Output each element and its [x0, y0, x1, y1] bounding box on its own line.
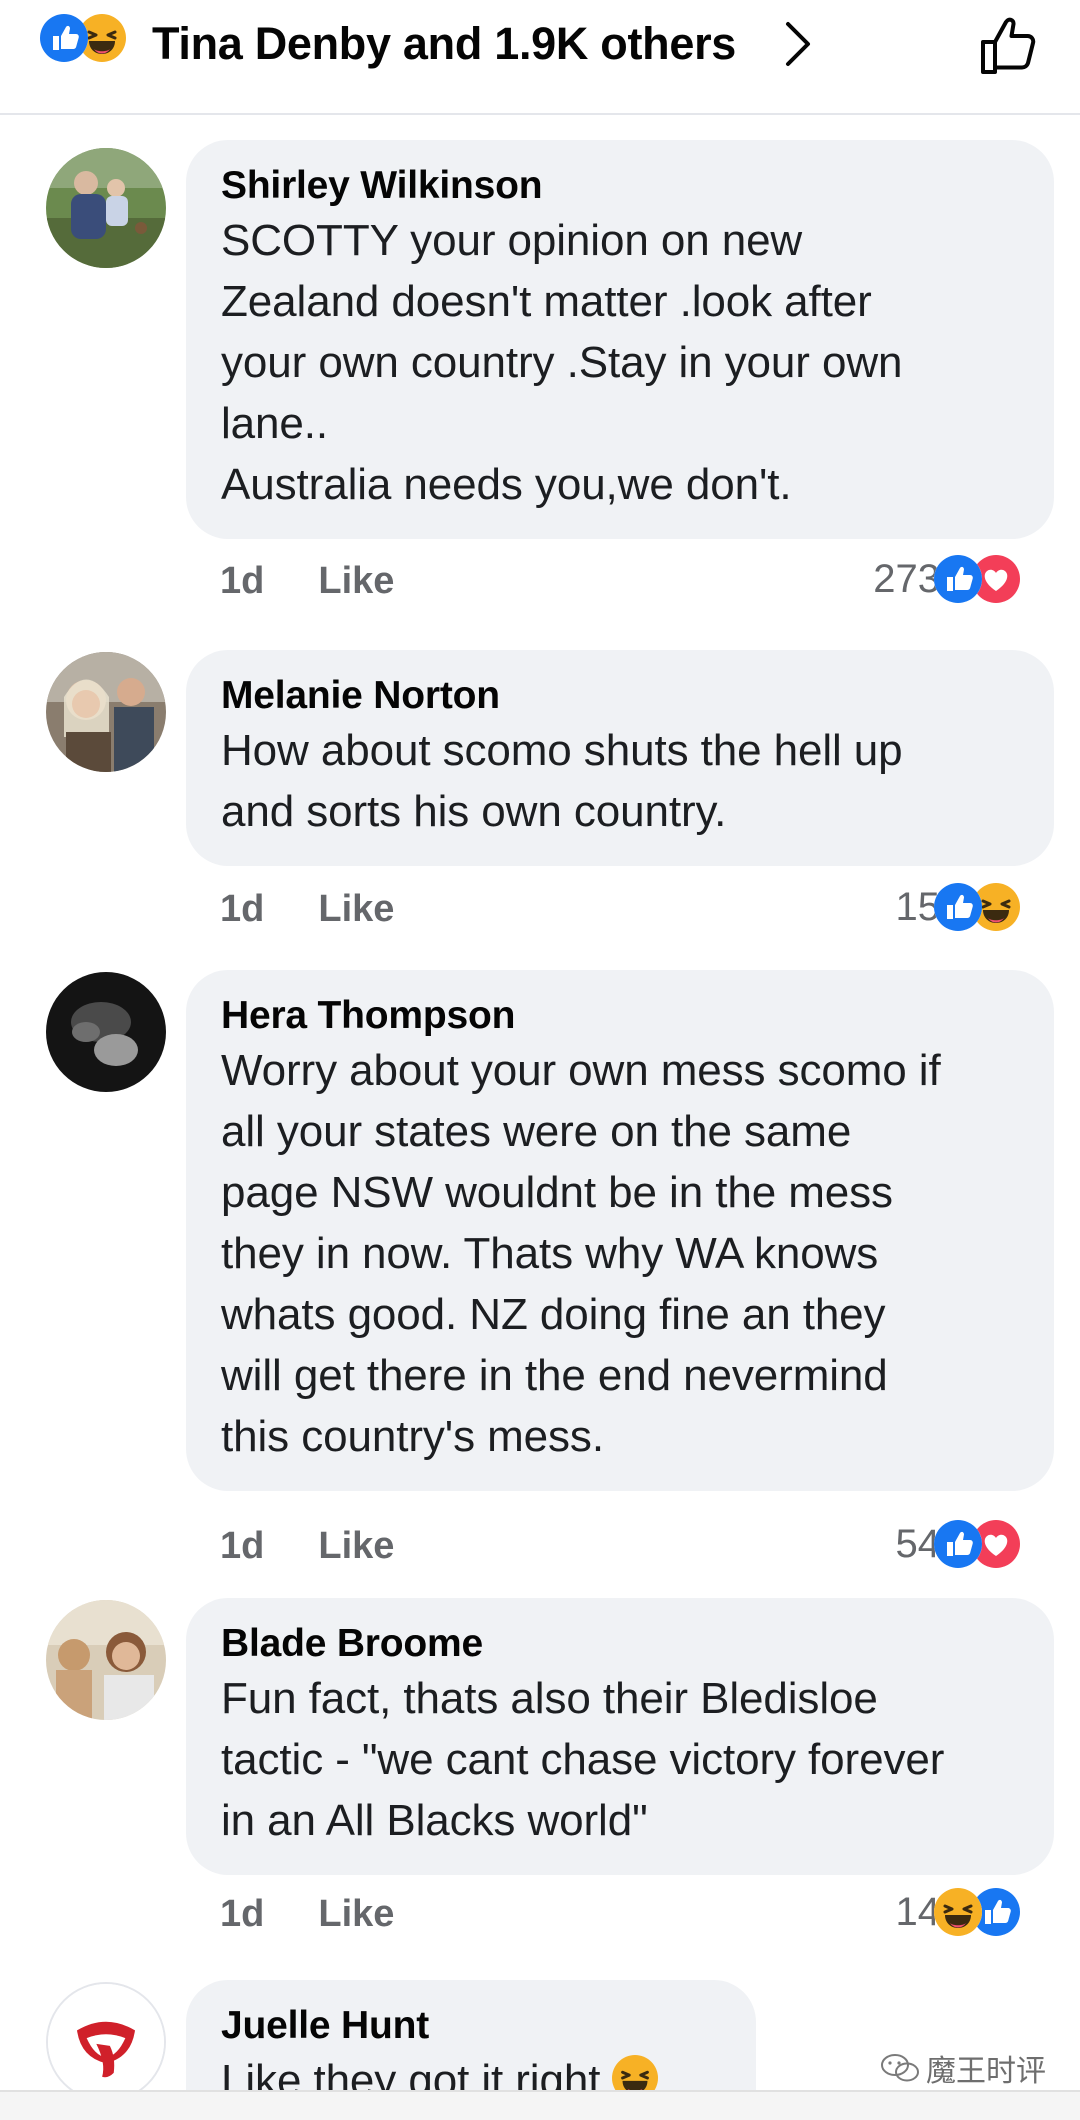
comment-meta: 1d Like — [220, 888, 394, 931]
like-icon — [934, 555, 982, 603]
reaction-count-number: 273 — [873, 556, 940, 601]
comment-author[interactable]: Shirley Wilkinson — [221, 162, 1018, 210]
chevron-right-icon[interactable] — [780, 18, 816, 70]
haha-icon — [934, 1888, 982, 1936]
comment-author[interactable]: Juelle Hunt — [221, 2002, 720, 2050]
like-button[interactable]: Like — [318, 1893, 394, 1936]
comment-time[interactable]: 1d — [220, 560, 264, 603]
like-icon — [934, 883, 982, 931]
reaction-count[interactable]: 15 — [896, 883, 1020, 931]
watermark: 魔王时评 — [880, 2046, 1046, 2090]
laughing-emoji-icon — [612, 2055, 658, 2090]
reaction-count[interactable]: 54 — [896, 1520, 1020, 1568]
avatar[interactable] — [46, 148, 166, 268]
comment-meta: 1d Like — [220, 560, 394, 603]
comment-author[interactable]: Melanie Norton — [221, 672, 1018, 720]
reactions-summary-title[interactable]: Tina Denby and 1.9K others — [152, 14, 736, 74]
comment-author[interactable]: Blade Broome — [221, 1620, 1018, 1668]
comment-bubble[interactable]: Juelle Hunt Like they got it right — [186, 1980, 756, 2090]
watermark-text: 魔王时评 — [926, 2055, 1046, 2088]
comment-bubble[interactable]: Blade Broome Fun fact, thats also their … — [186, 1598, 1054, 1875]
comment-time[interactable]: 1d — [220, 1893, 264, 1936]
like-icon — [934, 1520, 982, 1568]
avatar[interactable] — [46, 972, 166, 1092]
comment-bubble[interactable]: Shirley Wilkinson SCOTTY your opinion on… — [186, 140, 1054, 539]
like-icon — [40, 14, 88, 62]
comment-time[interactable]: 1d — [220, 1525, 264, 1568]
avatar[interactable] — [46, 1600, 166, 1720]
like-button[interactable]: Like — [318, 560, 394, 603]
comment-text: SCOTTY your opinion on new Zealand doesn… — [221, 216, 903, 509]
header-reaction-icons — [40, 14, 144, 74]
reaction-count[interactable]: 273 — [873, 555, 1020, 603]
like-button[interactable]: Like — [318, 888, 394, 931]
avatar[interactable] — [46, 652, 166, 772]
comment-text: How about scomo shuts the hell up and so… — [221, 726, 903, 836]
comment-text: Worry about your own mess scomo if all y… — [221, 1046, 941, 1461]
comment-meta: 1d Like — [220, 1525, 394, 1568]
wechat-icon — [881, 2054, 919, 2082]
comment-bubble[interactable]: Hera Thompson Worry about your own mess … — [186, 970, 1054, 1491]
comment-bubble[interactable]: Melanie Norton How about scomo shuts the… — [186, 650, 1054, 866]
reaction-count[interactable]: 14 — [896, 1888, 1020, 1936]
thumbs-up-outline-icon[interactable] — [975, 10, 1047, 82]
comment-text: Like they got it right — [221, 2050, 720, 2090]
comment-meta: 1d Like — [220, 1893, 394, 1936]
comment-author[interactable]: Hera Thompson — [221, 992, 1018, 1040]
bottom-edge — [0, 2090, 1080, 2120]
comment-text: Fun fact, thats also their Bledisloe tac… — [221, 1674, 945, 1845]
comment-time[interactable]: 1d — [220, 888, 264, 931]
avatar[interactable] — [46, 1982, 166, 2090]
reactions-header[interactable]: Tina Denby and 1.9K others — [0, 0, 1080, 115]
like-button[interactable]: Like — [318, 1525, 394, 1568]
